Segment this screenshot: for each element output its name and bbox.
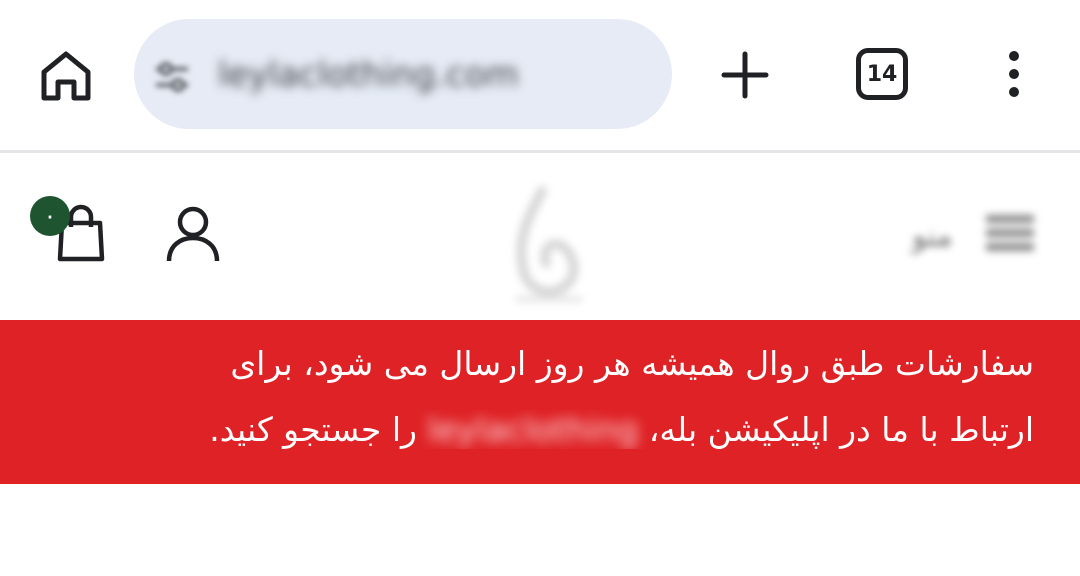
menu-button[interactable]: منو [908, 209, 1042, 265]
announcement-line-2-end: را جستجو کنید. [209, 410, 428, 449]
site-header: منو [0, 153, 1080, 471]
menu-label: منو [912, 219, 953, 254]
address-bar[interactable]: leylaclothing.com [134, 19, 672, 129]
user-icon[interactable] [163, 203, 223, 265]
tune-icon[interactable] [152, 57, 192, 97]
brand-logo[interactable] [486, 181, 606, 309]
announcement-line-1: سفارشات طبق روال همیشه هر روز ارسال می ش… [230, 344, 1034, 383]
more-vertical-icon[interactable] [996, 46, 1032, 104]
announcement-line-2-start: ارتباط با ما در اپلیکیشن بله، [638, 410, 1034, 449]
plus-icon[interactable] [716, 46, 774, 104]
tab-switcher-button[interactable]: 14 [856, 48, 908, 100]
browser-toolbar: leylaclothing.com 14 [0, 0, 1080, 153]
cart-count-badge: ۰ [30, 196, 70, 236]
home-icon[interactable] [36, 46, 96, 104]
tab-count: 14 [866, 61, 898, 87]
hamburger-icon [986, 215, 1034, 259]
url-text: leylaclothing.com [218, 55, 519, 95]
announcement-blurred-name: leylaclothing [427, 410, 639, 449]
announcement-line-2: ارتباط با ما در اپلیکیشن بله، leylacloth… [44, 410, 1034, 449]
announcement-bar: سفارشات طبق روال همیشه هر روز ارسال می ش… [0, 320, 1080, 484]
